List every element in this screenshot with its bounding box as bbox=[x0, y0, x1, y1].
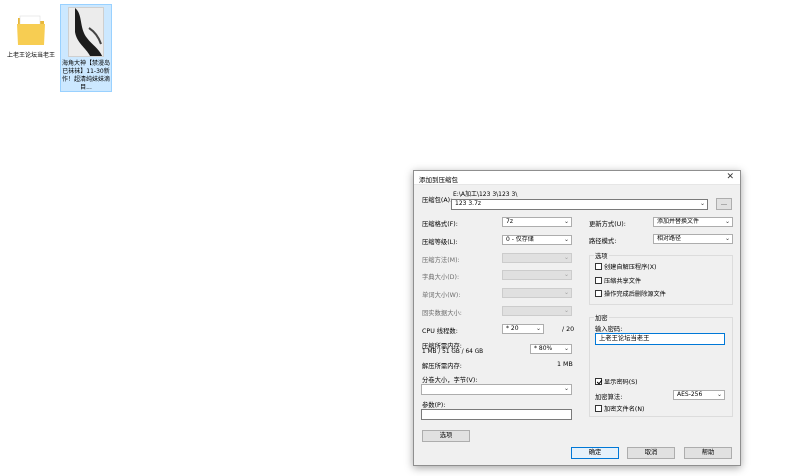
options-button[interactable]: 选项 bbox=[422, 430, 470, 442]
level-label: 压缩等级(L): bbox=[422, 239, 458, 246]
format-label: 压缩格式(F): bbox=[422, 221, 458, 228]
solid-label: 固实数据大小: bbox=[422, 310, 462, 317]
path-mode-value: 相对路径 bbox=[657, 235, 682, 242]
close-icon[interactable]: ✕ bbox=[726, 172, 734, 183]
chevron-down-icon: ⌄ bbox=[563, 289, 569, 296]
cpu-value: * 20 bbox=[506, 325, 519, 332]
format-value: 7z bbox=[506, 218, 513, 225]
delete-after-checkbox[interactable]: 操作完成后删除源文件 bbox=[595, 290, 666, 299]
chevron-down-icon: ⌄ bbox=[563, 218, 569, 225]
split-label: 分卷大小，字节(V): bbox=[422, 377, 478, 384]
word-label: 单词大小(W): bbox=[422, 292, 461, 299]
decompress-memory-label: 解压所需内存: bbox=[422, 363, 462, 370]
chevron-down-icon: ⌄ bbox=[563, 254, 569, 261]
chevron-down-icon: ⌄ bbox=[563, 385, 569, 392]
memory-detail: 1 MB / 51 GB / 64 GB bbox=[422, 349, 484, 355]
path-mode-select[interactable]: 相对路径 ⌄ bbox=[653, 234, 733, 244]
format-select[interactable]: 7z ⌄ bbox=[502, 217, 572, 227]
chevron-down-icon: ⌄ bbox=[724, 218, 730, 225]
memory-select[interactable]: * 80% ⌄ bbox=[530, 344, 572, 354]
chevron-down-icon: ⌄ bbox=[563, 236, 569, 243]
ok-button[interactable]: 确定 bbox=[571, 447, 619, 459]
dict-select: ⌄ bbox=[502, 270, 572, 280]
dict-label: 字典大小(D): bbox=[422, 274, 460, 281]
cpu-total: / 20 bbox=[562, 326, 575, 333]
desktop-icon-label: 海角大神【禁漫岛已袜袜】11-30新作！超清纯妹妹滴目... bbox=[62, 60, 111, 91]
help-button[interactable]: 帮助 bbox=[684, 447, 732, 459]
cpu-label: CPU 线程数: bbox=[422, 328, 458, 335]
sfx-checkbox[interactable]: 创建自解压程序(X) bbox=[595, 263, 656, 272]
update-mode-value: 添加并替换文件 bbox=[657, 218, 700, 225]
add-to-archive-dialog: 添加到压缩包 ✕ 压缩包(A): E:\A加工\123 3\123 3\ 123… bbox=[413, 170, 741, 466]
checkbox-icon bbox=[595, 277, 602, 284]
split-select[interactable]: ⌄ bbox=[421, 384, 572, 395]
memory-value: * 80% bbox=[534, 345, 553, 352]
cpu-select[interactable]: * 20 ⌄ bbox=[502, 324, 544, 334]
options-group-title: 选项 bbox=[594, 251, 609, 260]
checkbox-icon bbox=[595, 290, 602, 297]
cancel-button[interactable]: 取消 bbox=[627, 447, 675, 459]
chevron-down-icon: ⌄ bbox=[563, 307, 569, 314]
archive-name-combo[interactable]: 123 3.7z ⌄ bbox=[451, 199, 708, 210]
update-mode-select[interactable]: 添加并替换文件 ⌄ bbox=[653, 217, 733, 227]
encryption-group-title: 加密 bbox=[594, 313, 609, 322]
sfx-label: 创建自解压程序(X) bbox=[604, 264, 657, 271]
desktop-icon-image[interactable]: 海角大神【禁漫岛已袜袜】11-30新作！超清纯妹妹滴目... bbox=[60, 4, 112, 92]
level-value: 0 - 仅存储 bbox=[506, 236, 534, 243]
show-password-label: 显示密码(S) bbox=[604, 379, 638, 386]
encrypt-names-checkbox[interactable]: 加密文件名(N) bbox=[595, 405, 644, 414]
decompress-memory-value: 1 MB bbox=[557, 361, 573, 368]
archive-name-value: 123 3.7z bbox=[455, 200, 482, 207]
update-mode-label: 更新方式(U): bbox=[589, 221, 626, 228]
browse-button[interactable]: ... bbox=[716, 198, 732, 210]
method-label: 压缩方法(M): bbox=[422, 257, 460, 264]
shared-files-label: 压缩共享文件 bbox=[604, 278, 642, 285]
checkbox-icon bbox=[595, 263, 602, 270]
password-label: 输入密码: bbox=[595, 326, 623, 333]
word-select: ⌄ bbox=[502, 288, 572, 298]
archive-path: E:\A加工\123 3\123 3\ bbox=[453, 191, 518, 198]
chevron-down-icon: ⌄ bbox=[535, 325, 541, 332]
dialog-title: 添加到压缩包 bbox=[419, 176, 458, 184]
delete-after-label: 操作完成后删除源文件 bbox=[604, 291, 666, 298]
encryption-method-label: 加密算法: bbox=[595, 394, 623, 401]
chevron-down-icon: ⌄ bbox=[699, 200, 705, 207]
chevron-down-icon: ⌄ bbox=[716, 391, 722, 398]
level-select[interactable]: 0 - 仅存储 ⌄ bbox=[502, 235, 572, 245]
chevron-down-icon: ⌄ bbox=[724, 235, 730, 242]
show-password-checkbox[interactable]: 显示密码(S) bbox=[595, 378, 638, 387]
desktop-icon-folder[interactable]: 上老王论坛当老王 bbox=[5, 4, 57, 92]
path-mode-label: 路径模式: bbox=[589, 238, 617, 245]
archive-label: 压缩包(A): bbox=[422, 197, 453, 204]
checkbox-checked-icon bbox=[595, 378, 602, 385]
folder-icon bbox=[16, 10, 46, 48]
desktop-icon-label: 上老王论坛当老王 bbox=[6, 52, 55, 59]
solid-select: ⌄ bbox=[502, 306, 572, 316]
params-input[interactable] bbox=[421, 409, 572, 420]
params-label: 参数(P): bbox=[422, 402, 446, 409]
dialog-titlebar: 添加到压缩包 ✕ bbox=[414, 171, 740, 185]
encryption-method-select[interactable]: AES-256 ⌄ bbox=[673, 390, 725, 400]
checkbox-icon bbox=[595, 405, 602, 412]
chevron-down-icon: ⌄ bbox=[563, 345, 569, 352]
method-select: ⌄ bbox=[502, 253, 572, 263]
encrypt-names-label: 加密文件名(N) bbox=[604, 406, 645, 413]
encryption-method-value: AES-256 bbox=[677, 391, 703, 398]
password-input[interactable]: 上老王论坛当老王 bbox=[595, 333, 725, 345]
shared-files-checkbox[interactable]: 压缩共享文件 bbox=[595, 277, 641, 286]
image-thumbnail-icon bbox=[68, 7, 104, 57]
chevron-down-icon: ⌄ bbox=[563, 271, 569, 278]
